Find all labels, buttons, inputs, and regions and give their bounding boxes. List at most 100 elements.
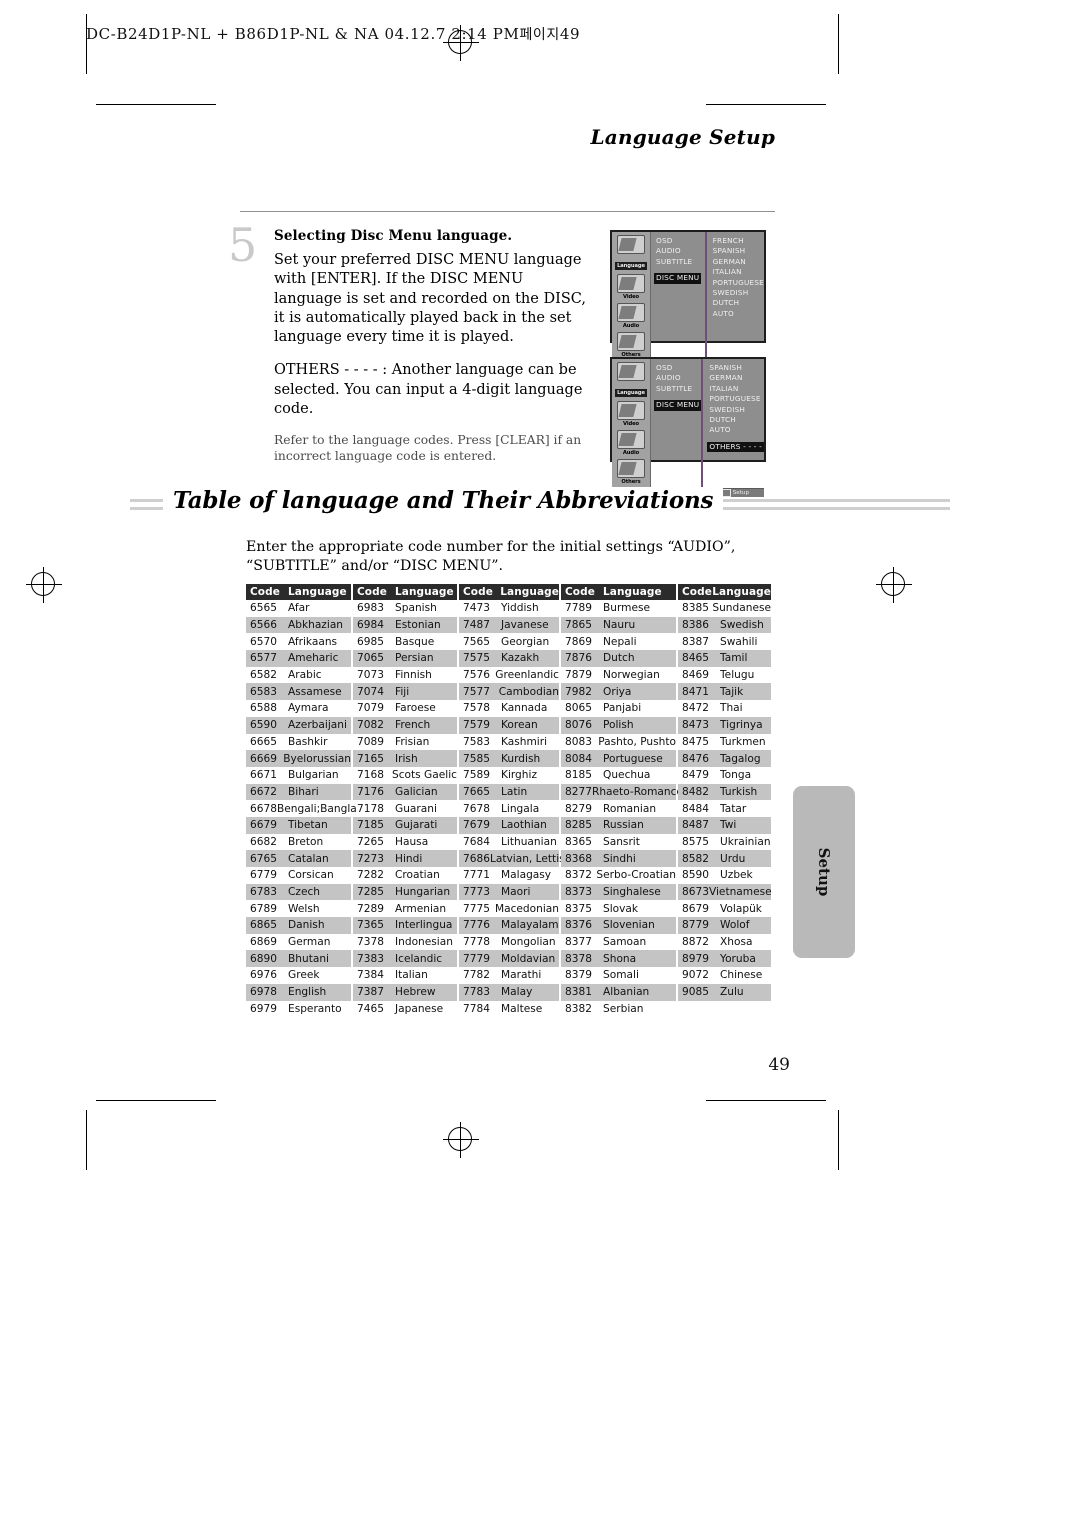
cell-language: Armenian [395, 902, 447, 915]
osd-1-option-portuguese[interactable]: PORTUGUESE [713, 278, 764, 288]
osd-1-option-german[interactable]: GERMAN [713, 257, 764, 267]
osd-1-rail-item-video[interactable]: Video [612, 274, 650, 301]
osd-1-option-italian[interactable]: ITALIAN [713, 267, 764, 277]
osd-2-rail-item-language[interactable]: Language [612, 362, 650, 399]
osd-1-menu-subtitle[interactable]: SUBTITLE [656, 257, 705, 267]
cell-code: 6582 [250, 669, 277, 682]
table-row: 7776 Malayalam [459, 917, 559, 934]
header-language-1: Language [288, 586, 347, 598]
cell-language: Ukrainian [720, 835, 771, 848]
osd-1-rail-item-others[interactable]: Others [612, 332, 650, 359]
cell-code: 6583 [250, 685, 277, 698]
cell-code: 8779 [682, 919, 709, 932]
table-row: 7165 Irish [353, 750, 457, 767]
cell-language: Slovenian [603, 919, 655, 932]
cell-language: Pashto, Pushto [598, 735, 676, 748]
osd-2-option-portuguese[interactable]: PORTUGUESE [709, 394, 764, 404]
cell-language: Swedish [720, 619, 764, 632]
cell-code: 7365 [357, 919, 384, 932]
table-row: 7775 Macedonian [459, 900, 559, 917]
cell-code: 6789 [250, 902, 277, 915]
cell-code: 7686 [463, 852, 490, 865]
osd-1-option-french[interactable]: FRENCH [713, 236, 764, 246]
table-row: 7273 Hindi [353, 850, 457, 867]
cell-language: Polish [603, 719, 634, 732]
cell-language: Persian [395, 652, 434, 665]
osd-2-option-dutch[interactable]: DUTCH [709, 415, 764, 425]
table-row: 6669 Byelorussian [246, 750, 351, 767]
table-row: 7778 Mongolian [459, 934, 559, 951]
cell-language: Ameharic [288, 652, 339, 665]
table-row: 6979 Esperanto [246, 1001, 351, 1018]
cell-code: 7185 [357, 819, 384, 832]
cell-language: Afar [288, 602, 310, 615]
cell-code: 6566 [250, 619, 277, 632]
osd-1-menu-audio[interactable]: AUDIO [656, 246, 705, 256]
cell-code: 7487 [463, 619, 490, 632]
osd-2-rail-item-video[interactable]: Video [612, 401, 650, 428]
cell-code: 7583 [463, 735, 490, 748]
osd-2-menu-subtitle[interactable]: SUBTITLE [656, 384, 701, 394]
osd-1-option-dutch[interactable]: DUTCH [713, 298, 764, 308]
cell-language: Breton [288, 835, 324, 848]
osd-2-rail-item-others[interactable]: Others [612, 459, 650, 486]
osd-2-menu-disc-menu[interactable]: DISC MENU [654, 400, 702, 411]
osd-1-option-spanish[interactable]: SPANISH [713, 246, 764, 256]
cell-code: 7775 [463, 902, 490, 915]
cell-language: Hindi [395, 852, 423, 865]
cell-code: 8872 [682, 936, 709, 949]
table-row: 8368 Sindhi [561, 850, 676, 867]
cell-language: Danish [288, 919, 325, 932]
osd-2-option-auto[interactable]: AUTO ✓ [709, 424, 773, 435]
table-row: 6984 Estonian [353, 616, 457, 634]
table-row: 7289 Armenian [353, 900, 457, 917]
table-row: 8372 Serbo-Croatian [561, 867, 676, 884]
cell-language: Quechua [603, 769, 651, 782]
cell-code: 8472 [682, 702, 709, 715]
cell-language: Corsican [288, 869, 334, 882]
cell-code: 7168 [357, 769, 384, 782]
cell-code: 7684 [463, 835, 490, 848]
osd-1-menu-disc-menu[interactable]: DISC MENU [654, 273, 702, 284]
osd-1-option-auto[interactable]: AUTO ✓ [713, 308, 777, 319]
cell-language: Volapük [720, 902, 762, 915]
table-row: 8679 Volapük [678, 900, 771, 917]
table-row: 7982 Oriya [561, 683, 676, 701]
cell-language: Sansrit [603, 835, 640, 848]
table-row: 6679 Tibetan [246, 816, 351, 834]
cell-language: Finnish [395, 669, 432, 682]
osd-1-rail-item-language[interactable]: Language [612, 235, 650, 272]
cell-language: Burmese [603, 602, 651, 615]
cell-language: Hungarian [395, 886, 451, 899]
table-row: 8379 Somali [561, 967, 676, 984]
cell-code: 8387 [682, 635, 709, 648]
table-row: 6890 Bhutani [246, 950, 351, 968]
language-icon [617, 362, 645, 381]
table-row: 7876 Dutch [561, 650, 676, 667]
cell-code: 7982 [565, 685, 592, 698]
cell-code: 9085 [682, 986, 709, 999]
cell-language: Czech [288, 886, 321, 899]
osd-1-option-list: FRENCH SPANISH GERMAN ITALIAN PORTUGUESE… [707, 232, 777, 361]
cell-code: 8471 [682, 685, 709, 698]
osd-1-option-swedish[interactable]: SWEDISH [713, 288, 764, 298]
table-row: 7684 Lithuanian [459, 834, 559, 851]
osd-2-rail-label-others: Others [621, 479, 641, 485]
osd-2-menu-audio[interactable]: AUDIO [656, 373, 701, 383]
osd-2-option-italian[interactable]: ITALIAN [709, 384, 764, 394]
table-row: 9085 Zulu [678, 983, 771, 1001]
cell-language: Latvian, Lettish [489, 852, 572, 865]
osd-1-rail-item-audio[interactable]: Audio [612, 303, 650, 330]
cell-language: Slovak [603, 902, 639, 915]
table-row: 7285 Hungarian [353, 883, 457, 901]
osd-2-menu-osd[interactable]: OSD [656, 363, 701, 373]
osd-1-menu-osd[interactable]: OSD [656, 236, 705, 246]
osd-2-rail-item-audio[interactable]: Audio [612, 430, 650, 457]
osd-2-option-spanish[interactable]: SPANISH [709, 363, 764, 373]
osd-2-option-swedish[interactable]: SWEDISH [709, 405, 764, 415]
osd-2-body: Language Video Audio Others OSD AUDIO SU… [612, 359, 773, 488]
osd-2-option-others[interactable]: OTHERS - - - - [707, 441, 764, 453]
table-row: 8386 Swedish [678, 616, 771, 634]
osd-2-option-german[interactable]: GERMAN [709, 373, 764, 383]
cell-language: Thai [720, 702, 743, 715]
